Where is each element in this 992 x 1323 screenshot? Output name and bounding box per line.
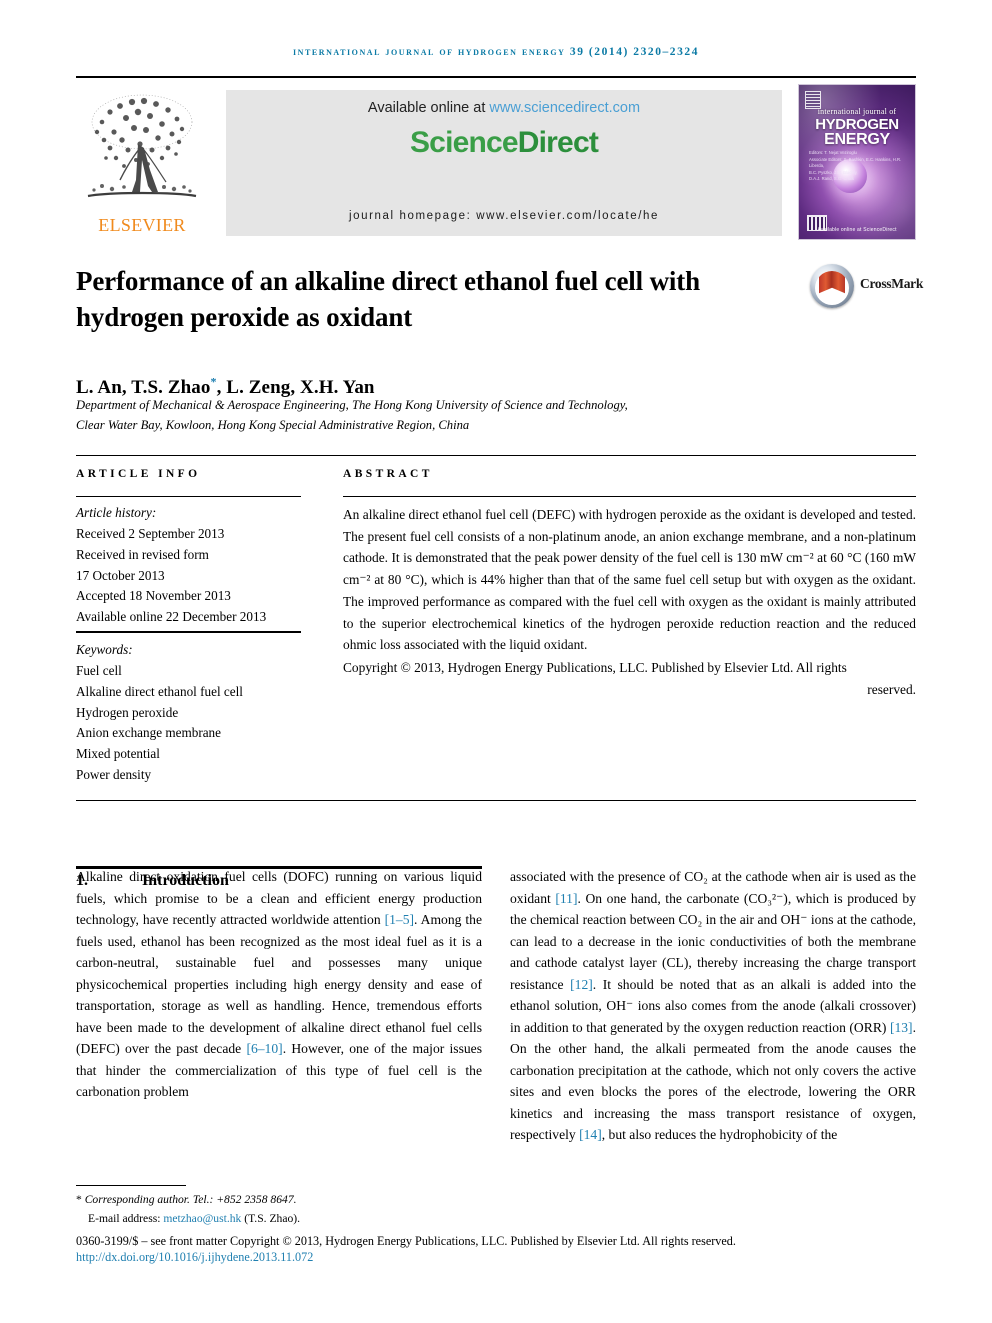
keywords-label: Keywords: — [76, 642, 133, 657]
affiliation: Department of Mechanical & Aerospace Eng… — [76, 396, 836, 435]
abstract-copyright: Copyright © 2013, Hydrogen Energy Public… — [343, 659, 847, 675]
cover-footer: Available online at ScienceDirect — [817, 227, 897, 233]
header-rule — [76, 76, 916, 78]
footnote-rule — [76, 1185, 186, 1186]
citation-ref[interactable]: [11] — [555, 891, 577, 906]
keyword-2: Hydrogen peroxide — [76, 704, 179, 720]
email-address-label: E-mail address: — [88, 1211, 164, 1225]
history-item-3: Accepted 18 November 2013 — [76, 588, 231, 604]
email-link[interactable]: metzhao@ust.hk — [163, 1212, 241, 1225]
body-column-left: Alkaline direct oxidation fuel cells (DO… — [76, 866, 482, 1103]
history-item-4: Available online 22 December 2013 — [76, 609, 267, 625]
keywords-rule — [76, 631, 301, 633]
info-heading-rule — [76, 496, 301, 497]
keyword-3: Anion exchange membrane — [76, 725, 222, 741]
keyword-4: Mixed potential — [76, 746, 160, 762]
issn-copyright-line: 0360-3199/$ – see front matter Copyright… — [76, 1234, 736, 1248]
abstract-copyright-last: reserved. — [867, 681, 916, 697]
sciencedirect-url-link[interactable]: www.sciencedirect.com — [489, 100, 640, 116]
citation-ref[interactable]: [1–5] — [385, 912, 414, 927]
available-online-label: Available online at — [367, 100, 490, 116]
keywords-list: Keywords: Fuel cell Alkaline direct etha… — [76, 640, 316, 786]
masthead: Elsevier Available online at www.science… — [76, 84, 916, 240]
affiliation-line-2: Clear Water Bay, Kowloon, Hong Kong Spec… — [76, 417, 470, 432]
abstract-text: An alkaline direct ethanol fuel cell (DE… — [343, 507, 916, 653]
elsevier-tree-icon — [87, 94, 197, 198]
running-head: International Journal of Hydrogen Energy… — [292, 46, 699, 58]
history-item-1: Received in revised form — [76, 546, 209, 562]
article-history-label: Article history: — [76, 505, 157, 520]
affiliation-line-1: Department of Mechanical & Aerospace Eng… — [76, 398, 628, 412]
history-item-2: 17 October 2013 — [76, 567, 165, 583]
body-column-right: associated with the presence of CO₂ at t… — [510, 866, 916, 1146]
article-page: International Journal of Hydrogen Energy… — [0, 0, 992, 1323]
elsevier-wordmark: Elsevier — [98, 210, 186, 237]
cover-title-line2: ENERGY — [824, 131, 890, 148]
sciencedirect-logo[interactable]: ScienceDirect — [226, 126, 782, 160]
page-title: Performance of an alkaline direct ethano… — [76, 266, 700, 332]
crossmark-badge[interactable]: CrossMark — [810, 262, 924, 314]
journal-homepage-line[interactable]: journal homepage: www.elsevier.com/locat… — [226, 210, 782, 222]
citation-ref[interactable]: [14] — [579, 1127, 602, 1142]
cover-subtitle: international journal of — [817, 107, 897, 116]
cover-editors: Editors: T. Nejat Veziroglu Associate Edi… — [809, 150, 902, 181]
footnote-block: * Corresponding author. Tel.: +852 2358 … — [76, 1191, 916, 1229]
corresponding-author-marker: * — [210, 375, 217, 389]
article-history: Article history: Received 2 September 20… — [76, 503, 316, 628]
crossmark-label: CrossMark — [860, 276, 924, 291]
elsevier-logo: Elsevier — [76, 88, 208, 238]
sciencedirect-banner: Available online at www.sciencedirect.co… — [226, 90, 782, 236]
citation-ref[interactable]: [12] — [570, 977, 593, 992]
abstract-body: An alkaline direct ethanol fuel cell (DE… — [343, 504, 916, 700]
article-info-heading: ARTICLE INFO — [76, 468, 201, 480]
body-text-right: associated with the presence of CO₂ at t… — [510, 869, 917, 1143]
crossmark-icon — [810, 264, 854, 308]
sciencedirect-logo-part2: Direct — [517, 126, 599, 159]
keyword-0: Fuel cell — [76, 662, 122, 678]
citation-ref[interactable]: [13] — [890, 1020, 913, 1035]
abstract-heading-rule — [343, 496, 916, 497]
sciencedirect-logo-part1: Science — [409, 126, 519, 159]
keyword-5: Power density — [76, 767, 152, 783]
footnote-asterisk: * — [76, 1193, 82, 1206]
body-section-rule — [76, 800, 916, 801]
keyword-1: Alkaline direct ethanol fuel cell — [76, 683, 243, 699]
available-online-line: Available online at www.sciencedirect.co… — [226, 100, 782, 116]
history-item-0: Received 2 September 2013 — [76, 525, 225, 541]
abstract-heading: ABSTRACT — [343, 468, 433, 480]
citation-ref[interactable]: [6–10] — [246, 1041, 282, 1056]
doi-link[interactable]: http://dx.doi.org/10.1016/j.ijhydene.201… — [76, 1250, 921, 1265]
journal-cover-image: international journal of HYDROGEN ENERGY… — [798, 84, 916, 240]
corresponding-author-note: Corresponding author. Tel.: +852 2358 86… — [84, 1193, 297, 1206]
email-author-suffix: (T.S. Zhao). — [241, 1211, 301, 1225]
info-section-rule — [76, 455, 916, 456]
body-text-left: Alkaline direct oxidation fuel cells (DO… — [76, 869, 482, 1100]
